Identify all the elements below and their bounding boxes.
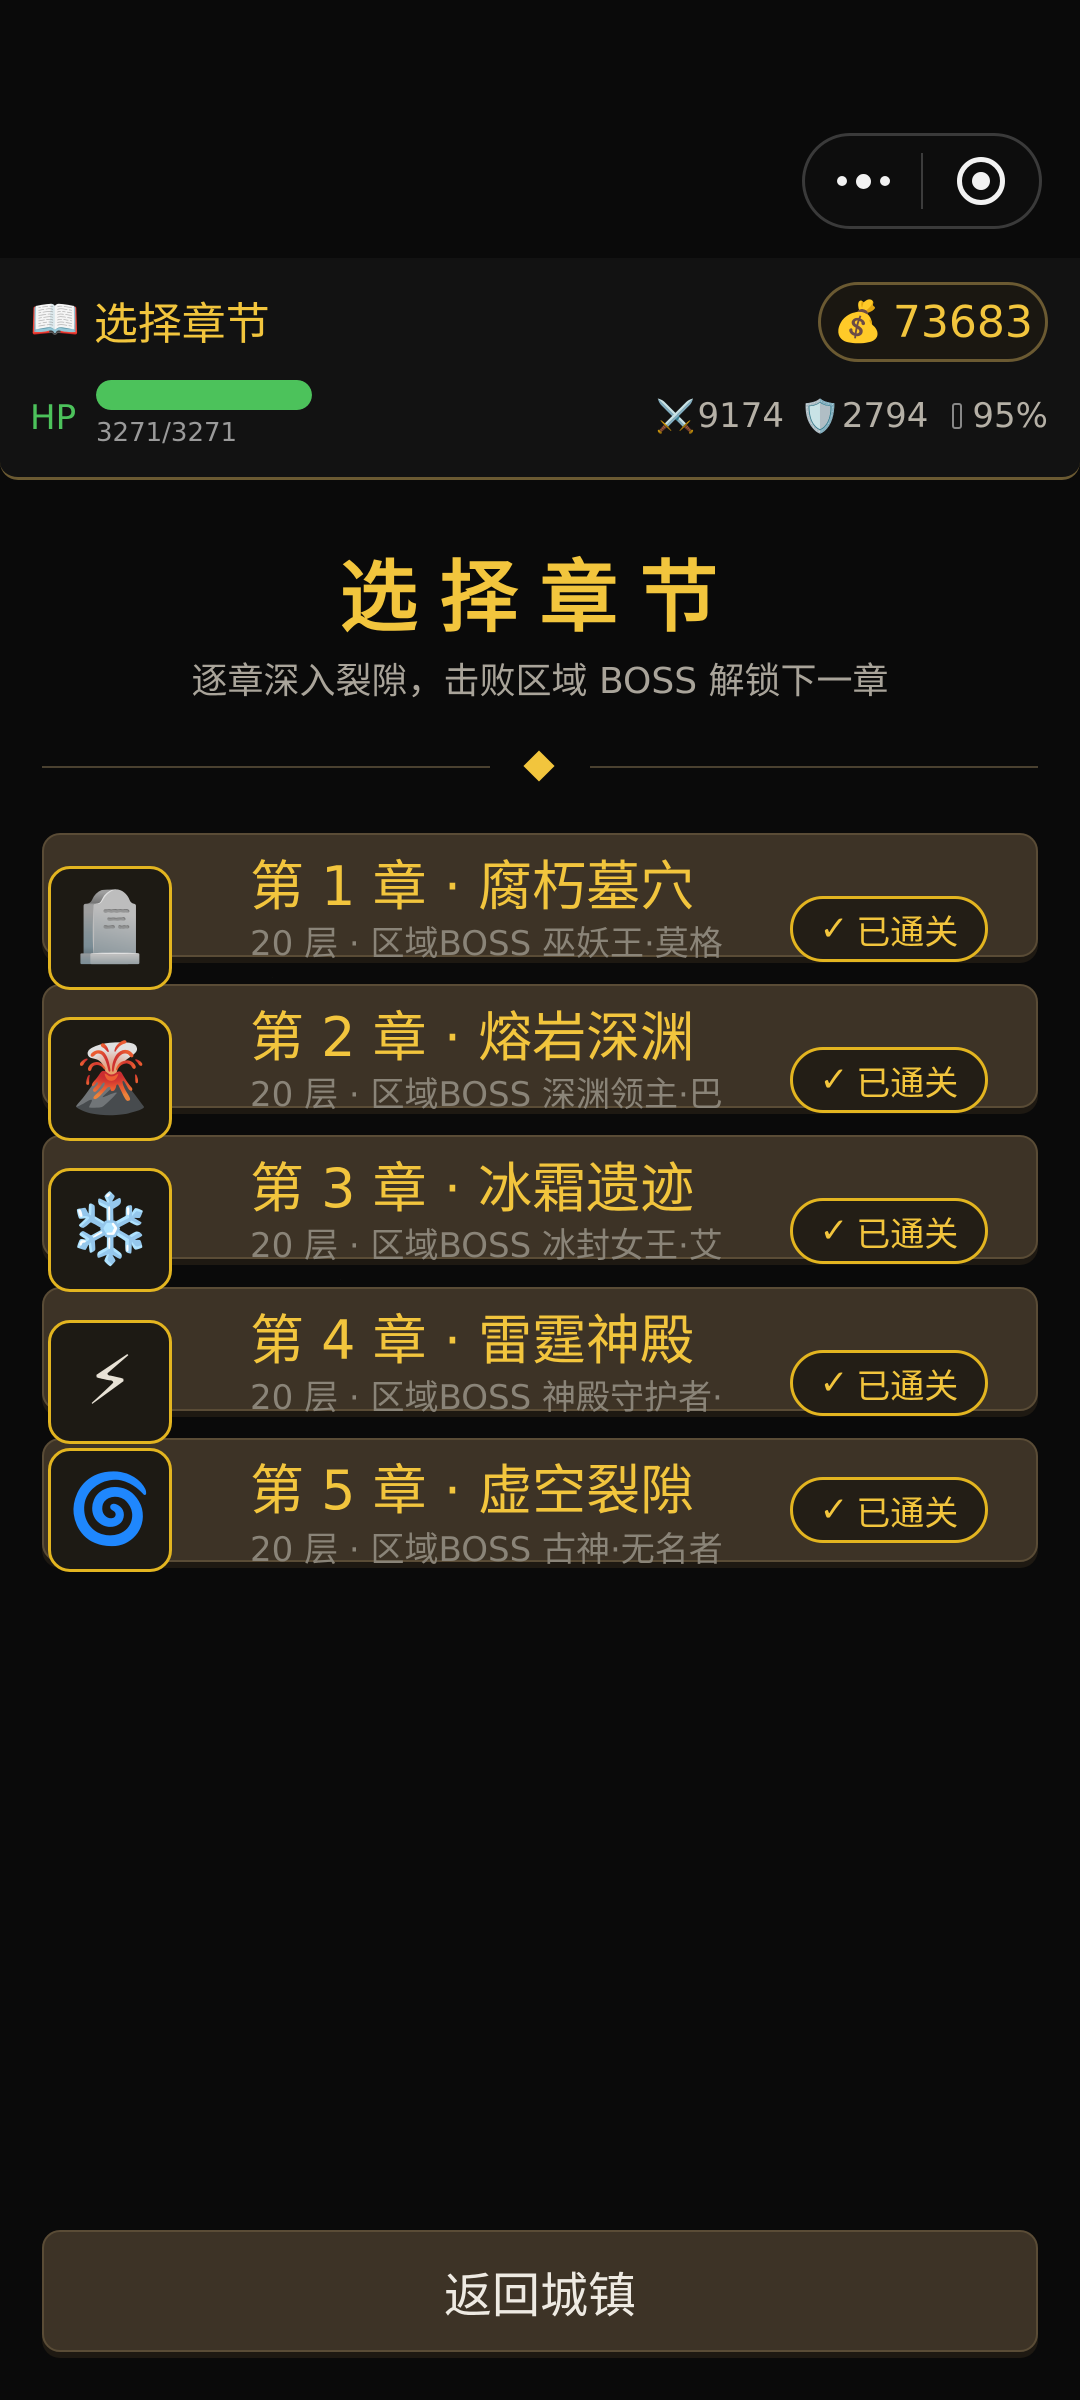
status-label: 已通关 bbox=[856, 1063, 959, 1104]
chapter-2-icon: 🌋 bbox=[48, 1017, 172, 1141]
chapter-2-desc: 20 层 · 区域BOSS 深渊领主·巴尔洛克 bbox=[250, 1075, 723, 1129]
target-circle-icon bbox=[957, 157, 1005, 205]
more-button[interactable] bbox=[805, 136, 921, 226]
crit-icon bbox=[952, 403, 963, 429]
chapter-2-title: 第 2 章 · 熔岩深渊 bbox=[250, 1006, 695, 1069]
crit-value: 95% bbox=[972, 396, 1048, 436]
status-label: 已通关 bbox=[856, 1366, 959, 1407]
check-icon: ✓ bbox=[819, 1490, 849, 1530]
coffin-icon: 🪦 bbox=[67, 888, 153, 967]
chapter-3-desc: 20 层 · 区域BOSS 冰封女王·艾斯黛拉 bbox=[250, 1226, 723, 1280]
open-book-icon: 📖 bbox=[30, 297, 80, 343]
crit-stat: 95% bbox=[944, 396, 1048, 436]
defense-stat: 🛡️ 2794 bbox=[800, 396, 928, 436]
lightning-icon: ⚡ bbox=[86, 1342, 134, 1421]
hp-label: HP bbox=[30, 398, 77, 438]
capsule-menu bbox=[802, 133, 1042, 229]
chapter-2-status-badge: ✓ 已通关 bbox=[790, 1047, 988, 1113]
page-subtitle: 逐章深入裂隙，击败区域 BOSS 解锁下一章 bbox=[191, 661, 889, 702]
check-icon: ✓ bbox=[819, 1363, 849, 1403]
return-to-town-button[interactable]: 返回城镇 bbox=[42, 2230, 1038, 2352]
player-status-panel: 📖 选择章节 💰 73683 HP 3271/3271 ⚔️ 9174 🛡️ 2… bbox=[0, 258, 1080, 480]
diamond-icon bbox=[523, 750, 555, 782]
chapter-5-status-badge: ✓ 已通关 bbox=[790, 1477, 988, 1543]
volcano-icon: 🌋 bbox=[67, 1039, 153, 1118]
cyclone-icon: 🌀 bbox=[67, 1470, 153, 1549]
section-divider bbox=[42, 750, 1038, 782]
chapter-4-status-badge: ✓ 已通关 bbox=[790, 1350, 988, 1416]
snowflake-icon: ❄️ bbox=[67, 1190, 153, 1269]
chapter-1-title: 第 1 章 · 腐朽墓穴 bbox=[250, 855, 695, 918]
chapter-1-status-badge: ✓ 已通关 bbox=[790, 896, 988, 962]
status-label: 已通关 bbox=[856, 912, 959, 953]
chapter-3-status-badge: ✓ 已通关 bbox=[790, 1198, 988, 1264]
status-label: 已通关 bbox=[856, 1214, 959, 1255]
hp-text: 3271/3271 bbox=[96, 418, 238, 448]
chapter-5-title: 第 5 章 · 虚空裂隙 bbox=[250, 1459, 695, 1522]
gold-value: 73683 bbox=[892, 296, 1033, 348]
chapter-4-desc: 20 层 · 区域BOSS 神殿守护者·托尔雷因 bbox=[250, 1378, 723, 1432]
chapter-1-icon: 🪦 bbox=[48, 866, 172, 990]
defense-value: 2794 bbox=[841, 396, 929, 436]
header-title-text: 选择章节 bbox=[93, 299, 270, 350]
shield-icon: 🛡️ bbox=[800, 397, 840, 435]
hp-bar bbox=[96, 380, 312, 410]
attack-stat: ⚔️ 9174 bbox=[656, 396, 784, 436]
attack-value: 9174 bbox=[697, 396, 785, 436]
gold-counter: 💰 73683 bbox=[818, 282, 1048, 362]
check-icon: ✓ bbox=[819, 1211, 849, 1251]
header-title: 📖 选择章节 bbox=[30, 288, 270, 352]
status-label: 已通关 bbox=[856, 1493, 959, 1534]
chapter-3-icon: ❄️ bbox=[48, 1168, 172, 1292]
crossed-swords-icon: ⚔️ bbox=[655, 397, 696, 435]
chapter-4-icon: ⚡ bbox=[48, 1320, 172, 1444]
close-miniprogram-button[interactable] bbox=[923, 136, 1039, 226]
chapter-5-desc: 20 层 · 区域BOSS 古神·无名者 bbox=[250, 1530, 723, 1570]
chapter-4-title: 第 4 章 · 雷霆神殿 bbox=[250, 1309, 695, 1372]
chapter-1-desc: 20 层 · 区域BOSS 巫妖王·莫格拉斯 bbox=[250, 924, 723, 978]
page-title: 选择章节 bbox=[339, 553, 740, 643]
hp-bar-fill bbox=[96, 380, 312, 410]
money-bag-icon: 💰 bbox=[833, 299, 883, 345]
check-icon: ✓ bbox=[819, 909, 849, 949]
more-dots-icon bbox=[836, 173, 890, 189]
chapter-5-icon: 🌀 bbox=[48, 1448, 172, 1572]
chapter-3-title: 第 3 章 · 冰霜遗迹 bbox=[250, 1157, 695, 1220]
check-icon: ✓ bbox=[819, 1060, 849, 1100]
combat-stats: ⚔️ 9174 🛡️ 2794 95% bbox=[656, 396, 1048, 436]
